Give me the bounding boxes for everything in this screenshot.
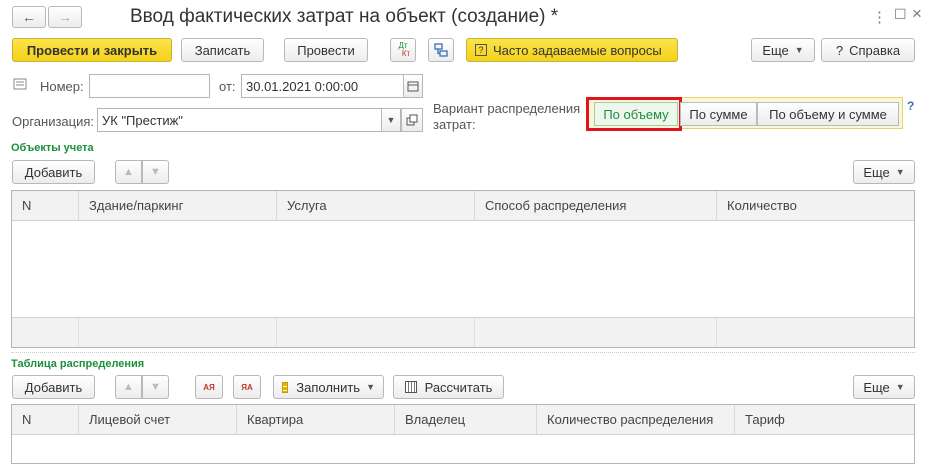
comment-icon[interactable] <box>13 78 27 90</box>
sort-desc-icon: ЯА <box>241 382 253 392</box>
back-button[interactable]: ← <box>12 6 46 28</box>
distribution-more-label: Еще <box>863 379 890 395</box>
help-button[interactable]: ? Справка <box>821 38 915 62</box>
open-icon <box>406 114 418 126</box>
col-quantity[interactable]: Количество <box>716 191 914 220</box>
col-account[interactable]: Лицевой счет <box>78 405 236 434</box>
col-n[interactable]: N <box>12 191 78 220</box>
objects-table-footer <box>12 317 914 347</box>
distribution-move-up-button[interactable]: ▲ <box>115 375 142 399</box>
fill-button[interactable]: Заполнить ▼ <box>273 375 384 399</box>
arrow-down-icon: ▼ <box>150 166 161 178</box>
caret-down-icon: ▼ <box>895 167 905 177</box>
col-building[interactable]: Здание/паркинг <box>78 191 276 220</box>
arrow-left-icon: ← <box>22 9 36 25</box>
more-label: Еще <box>762 42 789 58</box>
arrow-down-icon: ▼ <box>150 381 161 393</box>
org-label: Организация: <box>12 114 95 129</box>
org-dropdown-button[interactable]: ▼ <box>381 108 401 132</box>
variant-label: Вариант распределения затрат: <box>433 101 581 132</box>
calculator-icon <box>404 381 417 393</box>
caret-down-icon: ▼ <box>366 382 375 392</box>
hierarchy-icon <box>434 43 448 57</box>
col-n[interactable]: N <box>12 405 78 434</box>
objects-table-header: N Здание/паркинг Услуга Способ распредел… <box>12 191 914 221</box>
variant-option-volume[interactable]: По объему <box>594 102 678 126</box>
faq-label: Часто задаваемые вопросы <box>493 42 662 58</box>
arrow-right-icon: → <box>58 9 72 25</box>
col-tariff[interactable]: Тариф <box>734 405 914 434</box>
objects-more-button[interactable]: Еще ▼ <box>853 160 915 184</box>
variant-option-sum[interactable]: По сумме <box>680 102 757 126</box>
org-field[interactable]: УК "Престиж" <box>97 108 382 132</box>
distribution-more-button[interactable]: Еще ▼ <box>853 375 915 399</box>
col-method[interactable]: Способ распределения <box>474 191 716 220</box>
maximize-icon[interactable]: ☐ <box>894 6 907 23</box>
dt-kt-icon: Дт Кт <box>398 41 411 58</box>
page-title: Ввод фактических затрат на объект (созда… <box>130 6 559 27</box>
faq-button[interactable]: ? Часто задаваемые вопросы <box>466 38 678 62</box>
distribution-table[interactable]: N Лицевой счет Квартира Владелец Количес… <box>11 404 915 464</box>
caret-down-icon: ▼ <box>794 45 804 55</box>
caret-down-icon: ▼ <box>895 382 905 392</box>
close-icon[interactable]: × <box>912 4 922 24</box>
more-button[interactable]: Еще ▼ <box>751 38 815 62</box>
objects-move-up-button[interactable]: ▲ <box>115 160 142 184</box>
objects-table[interactable]: N Здание/паркинг Услуга Способ распредел… <box>11 190 915 348</box>
number-field[interactable] <box>89 74 210 98</box>
structure-button[interactable] <box>428 38 454 62</box>
org-open-button[interactable] <box>401 108 423 132</box>
date-field[interactable]: 30.01.2021 0:00:00 <box>241 74 404 98</box>
objects-add-button[interactable]: Добавить <box>12 160 95 184</box>
calendar-button[interactable] <box>403 74 423 98</box>
more-menu-icon[interactable]: ⋮ <box>872 8 887 26</box>
distribution-add-button[interactable]: Добавить <box>12 375 95 399</box>
post-and-close-button[interactable]: Провести и закрыть <box>12 38 172 62</box>
distribution-move-down-button[interactable]: ▼ <box>142 375 169 399</box>
arrow-up-icon: ▲ <box>123 381 134 393</box>
date-label: от: <box>219 79 236 94</box>
distribution-table-header: N Лицевой счет Квартира Владелец Количес… <box>12 405 914 435</box>
save-button[interactable]: Записать <box>181 38 264 62</box>
objects-move-down-button[interactable]: ▼ <box>142 160 169 184</box>
help-question-icon: ? <box>835 42 844 58</box>
forward-button[interactable]: → <box>48 6 82 28</box>
post-button[interactable]: Провести <box>284 38 368 62</box>
sort-desc-button[interactable]: ЯА <box>233 375 261 399</box>
distribution-section-title: Таблица распределения <box>11 358 145 370</box>
section-divider <box>11 352 915 353</box>
variant-help-icon[interactable]: ? <box>907 99 914 113</box>
calculate-button[interactable]: Рассчитать <box>393 375 504 399</box>
sort-asc-icon: АЯ <box>203 382 215 392</box>
objects-more-label: Еще <box>863 164 890 180</box>
dt-kt-button[interactable]: Дт Кт <box>390 38 416 62</box>
sort-asc-button[interactable]: АЯ <box>195 375 223 399</box>
variant-option-volume-and-sum[interactable]: По объему и сумме <box>757 102 899 126</box>
arrow-up-icon: ▲ <box>123 166 134 178</box>
objects-section-title: Объекты учета <box>11 142 94 154</box>
fill-label: Заполнить <box>296 379 361 395</box>
calendar-icon <box>407 81 419 92</box>
col-owner[interactable]: Владелец <box>394 405 536 434</box>
number-label: Номер: <box>40 79 84 94</box>
col-distribution-qty[interactable]: Количество распределения <box>536 405 734 434</box>
calculate-label: Рассчитать <box>424 379 493 395</box>
help-label: Справка <box>849 42 901 58</box>
col-service[interactable]: Услуга <box>276 191 474 220</box>
col-apartment[interactable]: Квартира <box>236 405 394 434</box>
question-icon: ? <box>475 44 487 56</box>
caret-down-icon: ▼ <box>386 115 396 125</box>
fill-icon <box>282 381 289 393</box>
